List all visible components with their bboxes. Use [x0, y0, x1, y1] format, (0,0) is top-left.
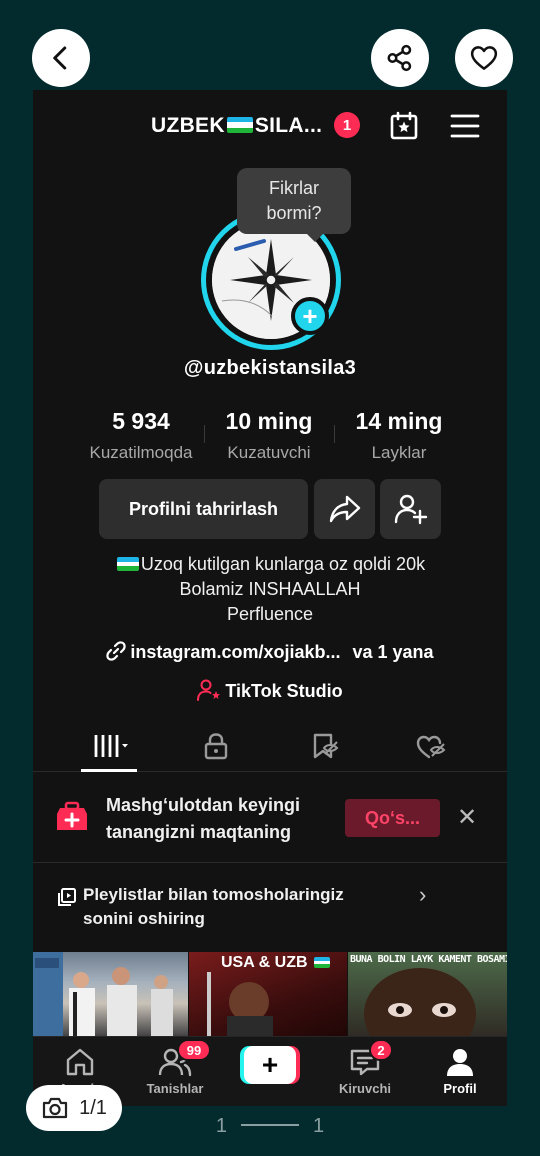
create-button[interactable]: +: [240, 1046, 300, 1084]
nav-inbox-label: Kiruvchi: [338, 1081, 391, 1096]
playlist-icon: [58, 888, 76, 906]
active-tab-indicator: [81, 769, 137, 772]
stat-label: Layklar: [371, 443, 427, 462]
tooltip-line2: bormi?: [266, 203, 322, 223]
menu-icon[interactable]: [450, 112, 480, 140]
tiktok-studio-link[interactable]: TikTok Studio: [33, 679, 507, 702]
stat-label: Kuzatuvchi: [227, 443, 311, 462]
pager-right: 1: [313, 1115, 325, 1137]
nav-profile-label: Profil: [443, 1081, 477, 1096]
pager-line: [241, 1124, 299, 1126]
add-friend-button[interactable]: [380, 479, 441, 539]
share-arrow-icon: [329, 495, 360, 523]
bookmark-hidden-icon: [313, 733, 339, 759]
studio-label: TikTok Studio: [225, 681, 343, 701]
playlist-prompt[interactable]: Pleylistlar bilan tomosholaringiz sonini…: [33, 864, 507, 950]
bio-line1: Uzoq kutilgan kunlarga oz qoldi 20k: [140, 554, 426, 574]
stat-value: 14 ming: [355, 408, 443, 434]
playlist-line2: sonini oshiring: [83, 909, 205, 928]
promo-text: Mashg‘ulotdan keyingi tanangizni maqtani…: [106, 792, 300, 846]
video-grid: USA & UZB BUNA BOLIN LAYK KAMENT BOSAMIZ: [33, 952, 507, 1038]
uzbekistan-flag-icon: [313, 957, 330, 968]
heart-icon: [470, 46, 498, 70]
profile-icon: [447, 1049, 473, 1076]
share-button[interactable]: [371, 29, 429, 87]
notification-badge: 1: [334, 112, 360, 138]
nav-friends-label: Tanishlar: [146, 1081, 204, 1096]
comment-tooltip: Fikrlar bormi?: [237, 168, 351, 242]
stat-value: 10 ming: [225, 408, 313, 434]
bio-line2: Bolamiz INSHAALLAH: [179, 579, 361, 599]
video-thumbnail[interactable]: BUNA BOLIN LAYK KAMENT BOSAMIZ: [348, 952, 507, 1038]
pager-left: 1: [215, 1115, 227, 1137]
content-tabs: [33, 726, 507, 772]
tab-liked[interactable]: [411, 730, 451, 762]
promo-line2: tanangizni maqtaning: [106, 822, 292, 842]
promo-add-button[interactable]: Qo‘s...: [345, 799, 440, 837]
stat-divider: [334, 425, 335, 443]
stat-label: Kuzatilmoqda: [89, 443, 193, 462]
profile-bio: Uzoq kutilgan kunlarga oz qoldi 20k Bola…: [33, 552, 507, 627]
tab-favorites[interactable]: [305, 730, 345, 762]
profile-stats: 5 934 Kuzatilmoqda 10 ming Kuzatuvchi 14…: [33, 408, 507, 468]
inbox-badge: 2: [369, 1039, 393, 1061]
share-profile-button[interactable]: [314, 479, 375, 539]
heart-hidden-icon: [416, 735, 446, 759]
pager: 11: [0, 1115, 540, 1138]
close-icon[interactable]: ✕: [457, 803, 477, 832]
calendar-star-icon[interactable]: [388, 110, 420, 142]
caption-text: USA & UZB: [221, 954, 308, 971]
plus-icon: +: [244, 1046, 296, 1084]
add-person-icon: [394, 494, 427, 525]
link-text: instagram.com/xojiakb...: [130, 642, 341, 662]
chevron-left-icon: [53, 46, 67, 70]
playlist-line1: Pleylistlar bilan tomosholaringiz: [83, 885, 344, 904]
playlist-text: Pleylistlar bilan tomosholaringiz sonini…: [83, 883, 344, 931]
health-kit-icon: [57, 801, 87, 830]
grid-dropdown-icon: [94, 735, 128, 757]
tooltip-line1: Fikrlar: [269, 178, 319, 198]
back-button[interactable]: [32, 29, 90, 87]
link-more: va 1 yana: [352, 642, 434, 662]
share-icon: [387, 44, 412, 72]
stat-following[interactable]: 5 934 Kuzatilmoqda: [81, 408, 201, 463]
stat-followers[interactable]: 10 ming Kuzatuvchi: [211, 408, 327, 463]
home-icon: [66, 1048, 94, 1076]
stat-divider: [204, 425, 205, 443]
title-part2: SILA...: [254, 114, 323, 137]
phone-screenshot: UZBEK SILA... 1 + Fikrlar bormi? @uzbekis…: [33, 90, 507, 1106]
thumbnail-caption: BUNA BOLIN LAYK KAMENT BOSAMIZ: [350, 954, 507, 965]
add-story-button[interactable]: +: [291, 297, 329, 335]
title-part1: UZBEK: [151, 114, 225, 137]
video-thumbnail[interactable]: [33, 952, 188, 1038]
stat-likes[interactable]: 14 ming Layklar: [343, 408, 455, 463]
profile-header: UZBEK SILA... 1: [33, 104, 507, 148]
promo-line1: Mashg‘ulotdan keyingi: [106, 795, 301, 815]
friends-badge: 99: [177, 1039, 211, 1061]
tab-private[interactable]: [196, 730, 236, 762]
like-button[interactable]: [455, 29, 513, 87]
nav-profile[interactable]: Profil: [420, 1045, 500, 1096]
profile-link[interactable]: instagram.com/xojiakb... va 1 yana: [33, 641, 507, 663]
video-thumbnail[interactable]: USA & UZB: [189, 952, 347, 1038]
bio-line3: Perfluence: [226, 604, 314, 624]
profile-title: UZBEK SILA...: [151, 114, 322, 138]
chevron-right-icon: ›: [419, 882, 427, 907]
nav-inbox[interactable]: Kiruvchi: [325, 1045, 405, 1096]
uzbekistan-flag-icon: [116, 557, 139, 571]
street-scene-image: [33, 952, 173, 1038]
thumbnail-caption: USA & UZB: [221, 954, 332, 972]
link-icon: [106, 641, 127, 661]
stat-value: 5 934: [112, 408, 170, 434]
studio-person-icon: [197, 679, 221, 701]
lock-icon: [204, 733, 228, 760]
edit-profile-button[interactable]: Profilni tahrirlash: [99, 479, 308, 539]
uzbekistan-flag-icon: [226, 117, 253, 133]
username: @uzbekistansila3: [183, 357, 357, 379]
promo-banner: Mashg‘ulotdan keyingi tanangizni maqtani…: [33, 773, 507, 863]
tab-videos[interactable]: [91, 730, 131, 762]
